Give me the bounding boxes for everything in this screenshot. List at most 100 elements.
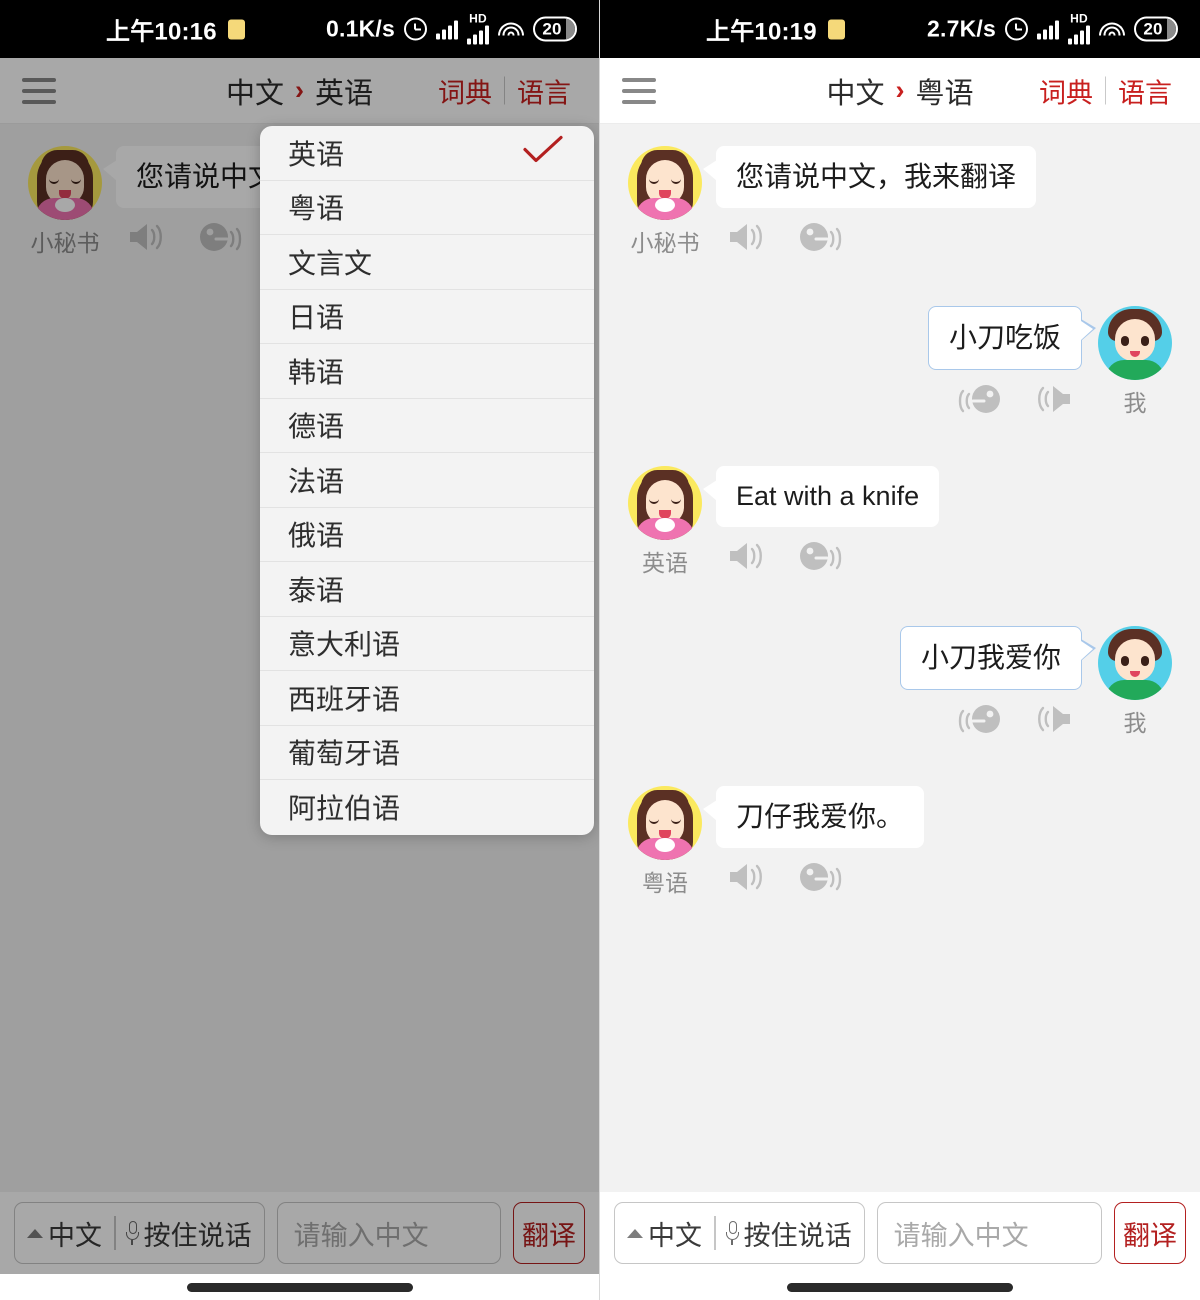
dropdown-item-label: 俄语 (288, 520, 345, 552)
message-actions (954, 382, 1082, 416)
check-mark-icon (522, 134, 564, 171)
dropdown-item-portuguese[interactable]: 葡萄牙语 (260, 726, 594, 780)
speaker-icon[interactable] (1032, 382, 1074, 416)
dropdown-item-english[interactable]: 英语 (260, 126, 594, 181)
hd-signal-icon: HD (1068, 11, 1090, 45)
language-dropdown-menu: 英语 粤语 文言文 日语 韩语 德语 法语 俄语 泰语 意大利语 西班牙语 葡萄… (260, 126, 594, 835)
chat-message-list: 小秘书 您请说中文，我来翻译 小刀吃饭 我 英语 Eat with a knif… (600, 124, 1200, 1192)
translate-button[interactable]: 翻译 (1114, 1202, 1186, 1264)
microphone-icon (725, 1220, 739, 1246)
notification-badge-icon (227, 19, 245, 39)
dropdown-item-russian[interactable]: 俄语 (260, 508, 594, 562)
talking-head-icon[interactable] (954, 702, 1002, 736)
message-content: Eat with a knife (702, 466, 940, 578)
alarm-icon (1005, 17, 1028, 41)
hold-to-talk-button[interactable]: 按住说话 (716, 1214, 852, 1253)
network-speed: 2.7K/s (927, 15, 996, 42)
chat-message-row: 小刀吃饭 我 (600, 306, 1200, 418)
dropdown-item-label: 文言文 (288, 247, 373, 279)
message-bubble: 小刀吃饭 (927, 306, 1097, 371)
speaker-icon[interactable] (1032, 702, 1074, 736)
text-input-field[interactable]: 请输入中文 (876, 1202, 1102, 1264)
message-sender: 粤语 (624, 786, 706, 898)
hd-signal-icon: HD (467, 11, 489, 45)
user-boy-avatar (1098, 626, 1172, 700)
speaker-icon[interactable] (726, 860, 768, 894)
talking-head-icon[interactable] (798, 860, 846, 894)
header-actions: 词典 语言 (1027, 71, 1184, 110)
dropdown-item-arabic[interactable]: 阿拉伯语 (260, 780, 594, 835)
user-boy-avatar (1098, 306, 1172, 380)
sender-name: 小秘书 (630, 230, 700, 256)
message-sender: 英语 (624, 466, 706, 578)
alarm-icon (404, 17, 427, 41)
notification-badge-icon (827, 19, 845, 39)
hd-label: HD (1070, 11, 1088, 26)
dropdown-item-thai[interactable]: 泰语 (260, 562, 594, 617)
dropdown-item-spanish[interactable]: 西班牙语 (260, 671, 594, 726)
dropdown-item-label: 德语 (288, 411, 345, 443)
dropdown-item-label: 葡萄牙语 (288, 738, 401, 770)
chat-message-row: 小刀我爱你 我 (600, 626, 1200, 738)
assistant-girl-avatar (628, 146, 702, 220)
status-time-group: 上午10:16 (106, 12, 245, 47)
left-phone-panel: 上午10:16 0.1K/s HD 20 中文 › 英语 词典 语言 小秘书 中… (0, 0, 600, 1300)
hamburger-menu-icon[interactable] (622, 77, 656, 104)
input-language-label: 中文 (648, 1220, 702, 1251)
chat-message-row: 英语 Eat with a knife (600, 466, 1200, 578)
status-icons-group: 2.7K/s HD 20 (927, 11, 1178, 45)
message-content: 小刀吃饭 (927, 306, 1097, 418)
talking-head-icon[interactable] (798, 220, 846, 254)
dictionary-button[interactable]: 词典 (1027, 71, 1105, 110)
message-content: 您请说中文，我来翻译 (702, 146, 1037, 258)
dropdown-item-label: 法语 (288, 465, 345, 497)
dropdown-item-classical-chinese[interactable]: 文言文 (260, 235, 594, 290)
talking-head-icon[interactable] (798, 539, 846, 573)
status-time: 上午10:16 (106, 18, 217, 46)
hd-label: HD (469, 11, 487, 26)
talking-head-icon[interactable] (954, 382, 1002, 416)
message-actions (716, 539, 846, 573)
battery-level: 20 (1143, 19, 1163, 38)
dropdown-item-korean[interactable]: 韩语 (260, 344, 594, 399)
sender-name: 我 (1123, 390, 1147, 416)
chevron-right-icon: › (895, 75, 905, 105)
source-language-label: 中文 (826, 77, 885, 110)
dropdown-item-german[interactable]: 德语 (260, 399, 594, 453)
dropdown-item-french[interactable]: 法语 (260, 453, 594, 508)
battery-icon: 20 (533, 16, 577, 42)
dropdown-item-cantonese[interactable]: 粤语 (260, 181, 594, 235)
message-sender: 小秘书 (624, 146, 706, 258)
signal-bars-icon (436, 19, 458, 39)
dropdown-item-italian[interactable]: 意大利语 (260, 617, 594, 671)
dropdown-item-label: 英语 (288, 138, 345, 170)
status-bar: 上午10:19 2.7K/s HD 20 (600, 0, 1200, 58)
assistant-girl-avatar (628, 786, 702, 860)
message-sender: 我 (1094, 626, 1176, 738)
status-icons-group: 0.1K/s HD 20 (326, 11, 577, 45)
speaker-icon[interactable] (726, 539, 768, 573)
speaker-icon[interactable] (726, 220, 768, 254)
message-sender: 我 (1094, 306, 1176, 418)
status-time: 上午10:19 (706, 18, 817, 46)
dual-screenshot-container: 上午10:16 0.1K/s HD 20 中文 › 英语 词典 语言 小秘书 中… (0, 0, 1200, 1300)
input-language-selector[interactable]: 中文 (627, 1214, 714, 1253)
language-button[interactable]: 语言 (1106, 71, 1184, 110)
status-time-group: 上午10:19 (706, 12, 845, 47)
network-speed: 0.1K/s (326, 15, 395, 42)
target-language-label: 粤语 (915, 77, 974, 110)
assistant-girl-avatar (628, 466, 702, 540)
battery-level: 20 (542, 19, 562, 38)
message-content: 刀仔我爱你。 (702, 786, 925, 898)
message-bubble: Eat with a knife (702, 466, 940, 527)
text-input-placeholder: 请输入中文 (893, 1220, 1029, 1251)
signal-bars-icon (1037, 19, 1059, 39)
message-actions (716, 860, 846, 894)
message-actions (716, 220, 846, 254)
dropdown-item-label: 阿拉伯语 (288, 793, 401, 825)
sender-name: 粤语 (642, 870, 688, 896)
sender-name: 英语 (642, 550, 688, 576)
message-content: 小刀我爱你 (899, 626, 1097, 738)
message-actions (954, 702, 1082, 736)
dropdown-item-japanese[interactable]: 日语 (260, 290, 594, 344)
